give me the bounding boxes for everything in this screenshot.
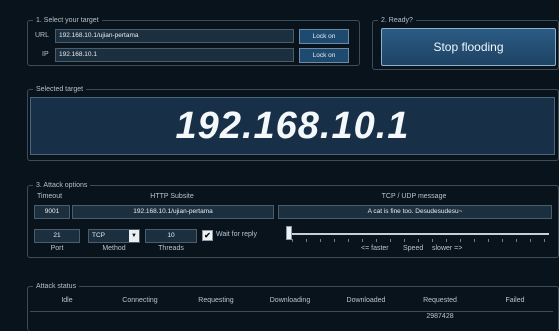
speed-faster-label: <= faster	[361, 245, 389, 252]
attack-status-group: Attack status	[27, 282, 559, 331]
slider-tick	[516, 239, 517, 242]
url-label: URL	[35, 32, 50, 39]
ip-input[interactable]: 192.168.10.1	[55, 48, 294, 62]
lock-ip-button[interactable]: Lock on	[299, 48, 349, 63]
selected-target-legend: Selected target	[33, 85, 87, 94]
http-subsite-input[interactable]: 192.168.10.1/ujian-pertama	[72, 205, 274, 219]
slider-tick	[390, 239, 391, 242]
chevron-down-icon[interactable]: ▼	[129, 230, 139, 242]
attack-status-legend: Attack status	[33, 282, 80, 291]
status-column-header: Requesting	[198, 297, 234, 304]
message-input[interactable]: A cat is fine too. Desudesudesu~	[278, 205, 552, 219]
lock-url-button[interactable]: Lock on	[299, 29, 349, 44]
wait-for-reply-label[interactable]: Wait for reply	[216, 231, 257, 238]
slider-tick	[376, 239, 377, 242]
timeout-input[interactable]: 9001	[34, 205, 70, 219]
status-column-value: 2987428	[426, 313, 454, 320]
method-select[interactable]: TCP ▼	[88, 229, 140, 243]
status-column-header: Requested	[423, 297, 457, 304]
ready-legend: 2. Ready?	[378, 16, 416, 25]
url-input[interactable]: 192.168.10.1/ujian-pertama	[55, 29, 294, 43]
wait-for-reply-checkbox[interactable]: ✔	[202, 230, 213, 241]
slider-tick	[292, 239, 293, 242]
status-column-header: Connecting	[122, 297, 158, 304]
slider-tick	[306, 239, 307, 242]
threads-input[interactable]: 10	[145, 229, 197, 243]
slider-tick	[460, 239, 461, 242]
slider-tick	[348, 239, 349, 242]
stop-flooding-button[interactable]: Stop flooding	[381, 28, 556, 66]
slider-tick	[502, 239, 503, 242]
attack-options-legend: 3. Attack options	[33, 181, 91, 190]
target-legend: 1. Select your target	[33, 16, 102, 25]
speed-label: Speed	[403, 245, 424, 252]
status-column-header: Downloading	[269, 297, 311, 304]
speed-slider-track[interactable]	[289, 233, 549, 235]
slider-tick	[362, 239, 363, 242]
speed-slower-label: slower =>	[432, 245, 463, 252]
slider-tick	[488, 239, 489, 242]
slider-tick	[334, 239, 335, 242]
slider-tick	[474, 239, 475, 242]
http-subsite-label: HTTP Subsite	[150, 193, 194, 200]
slider-tick	[530, 239, 531, 242]
ip-label: IP	[42, 51, 49, 58]
slider-tick	[446, 239, 447, 242]
selected-target-display: 192.168.10.1	[30, 97, 555, 155]
slider-tick	[544, 239, 545, 242]
status-column-header: Failed	[505, 297, 525, 304]
method-value: TCP	[92, 232, 105, 239]
slider-tick	[432, 239, 433, 242]
status-divider	[30, 311, 553, 312]
threads-label: Threads	[158, 245, 184, 252]
slider-tick	[404, 239, 405, 242]
port-label: Port	[50, 245, 64, 252]
port-input[interactable]: 21	[34, 229, 80, 243]
status-column-header: Idle	[61, 297, 73, 304]
message-label: TCP / UDP message	[381, 193, 447, 200]
method-label: Method	[102, 245, 126, 252]
slider-tick	[418, 239, 419, 242]
timeout-label: Timeout	[37, 193, 63, 200]
status-column-header: Downloaded	[346, 297, 386, 304]
speed-slider-thumb[interactable]	[286, 226, 292, 240]
slider-tick	[320, 239, 321, 242]
